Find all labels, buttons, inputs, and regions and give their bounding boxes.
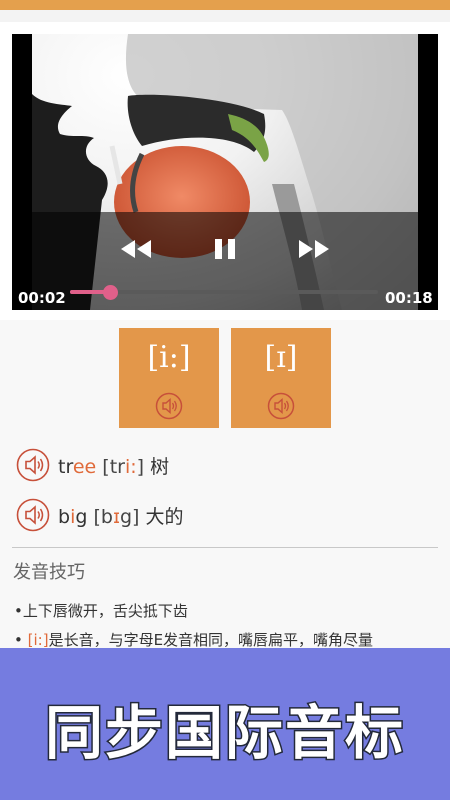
speaker-icon[interactable] [16,498,50,532]
pause-button[interactable] [205,234,245,264]
fast-forward-icon [299,240,329,258]
banner-title: 同步国际音标 [43,698,405,769]
duration-time: 00:18 [385,289,433,307]
phoneme-symbol: [ɪ] [264,340,298,375]
word-text: big [58,505,88,528]
word-entry: tree [tri:] 树 [58,452,169,479]
tips-title: 发音技巧 [13,562,85,583]
rewind-button[interactable] [116,234,156,264]
speaker-icon [267,392,295,420]
phoneme-card-short-i[interactable]: [ɪ] [231,328,331,428]
phoneme-symbol: [i:] [147,340,191,375]
fast-forward-button[interactable] [294,234,334,264]
tip-item: •上下唇微开，舌尖抵下齿 [14,602,188,620]
phoneme-card-long-i[interactable]: [i:] [119,328,219,428]
pause-icon [215,239,235,259]
progress-thumb[interactable] [102,285,118,300]
top-bar-shadow [0,10,450,22]
top-bar [0,0,450,10]
word-phonetic: [tri:] [102,455,145,478]
word-row-big[interactable]: big [bɪg] 大的 [16,498,184,532]
divider [12,547,438,548]
word-meaning: 大的 [145,505,184,528]
promo-banner: 同步国际音标 [0,648,450,800]
word-row-tree[interactable]: tree [tri:] 树 [16,448,169,482]
rewind-icon [121,240,151,258]
speaker-icon [155,392,183,420]
word-text: tree [58,455,97,478]
word-entry: big [bɪg] 大的 [58,502,184,529]
speaker-icon[interactable] [16,448,50,482]
tip-item: • [i:]是长音，与字母E发音相同，嘴唇扁平，嘴角尽量 [14,631,374,649]
current-time: 00:02 [18,289,66,307]
video-player[interactable]: 00:02 00:18 [12,34,438,310]
word-phonetic: [bɪg] [93,505,140,528]
word-meaning: 树 [150,455,170,478]
